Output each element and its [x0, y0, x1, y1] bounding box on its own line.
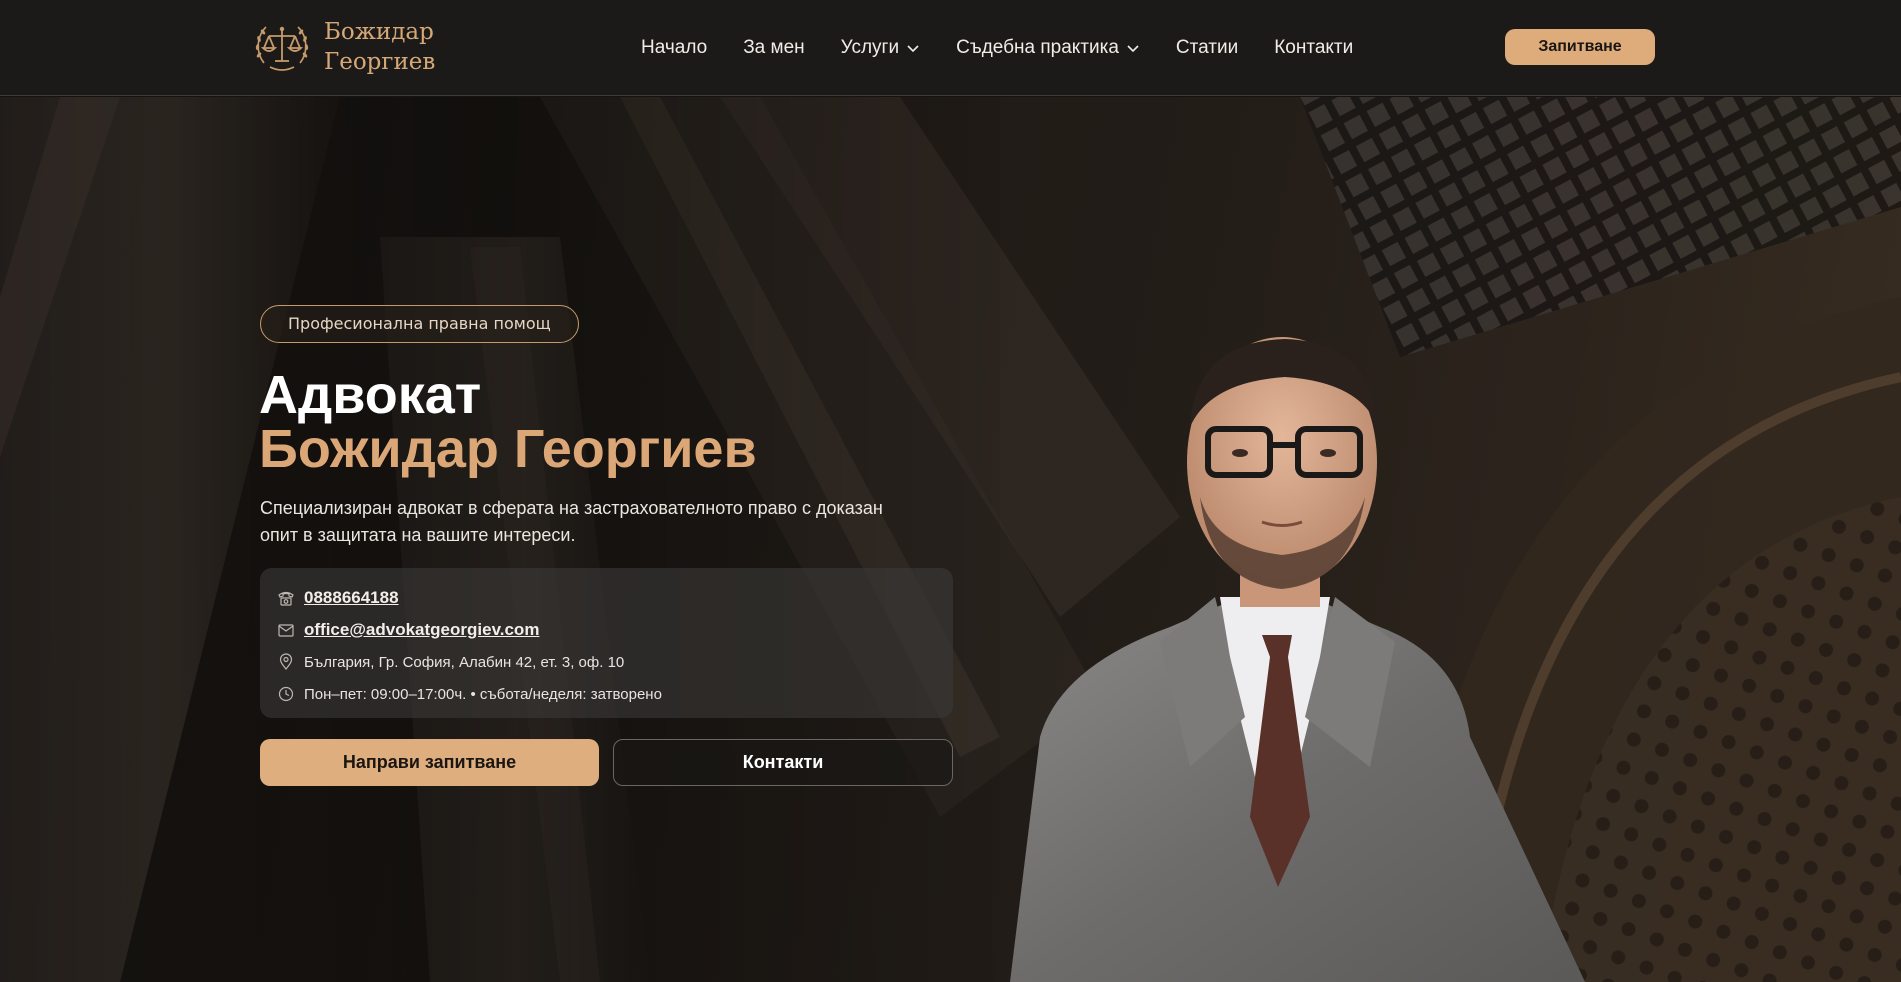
- logo-text: Божидар Георгиев: [324, 17, 435, 77]
- nav-item-label: Услуги: [840, 37, 900, 58]
- scales-of-justice-laurel-icon: [255, 26, 309, 71]
- nav-item-label: Статии: [1175, 37, 1239, 58]
- hero-title-name: Божидар Георгиев: [259, 419, 757, 479]
- hours-text: Пон–пет: 09:00–17:00ч. • събота/неделя: …: [304, 685, 662, 703]
- logo-name-first: Божидар: [324, 19, 434, 45]
- lawyer-portrait-image: [1010, 337, 1585, 982]
- contact-hours-row: Пон–пет: 09:00–17:00ч. • събота/неделя: …: [277, 678, 953, 710]
- phone-icon: [278, 591, 294, 606]
- nav-item-court-practice[interactable]: Съдебна практика: [956, 37, 1140, 59]
- contact-phone-row: 0888664188: [277, 582, 953, 614]
- nav-item-label: За мен: [743, 37, 805, 58]
- nav-item-label: Съдебна практика: [956, 37, 1119, 58]
- nav-item-label: Начало: [641, 37, 708, 58]
- email-link[interactable]: office@advokatgeorgiev.com: [304, 620, 539, 640]
- nav-item-about[interactable]: За мен: [743, 37, 804, 59]
- make-inquiry-button[interactable]: Направи запитване: [260, 739, 599, 786]
- main-nav: Начало За мен Услуги Съдебна практика Ст…: [641, 0, 1353, 96]
- address-text: България, Гр. София, Алабин 42, ет. 3, о…: [304, 653, 625, 671]
- chevron-down-icon: [1127, 45, 1139, 53]
- phone-link[interactable]: 0888664188: [304, 588, 399, 608]
- contacts-button[interactable]: Контакти: [613, 739, 953, 786]
- site-header: Божидар Георгиев Начало За мен Услуги Съ…: [0, 0, 1901, 96]
- inquiry-button[interactable]: Запитване: [1505, 29, 1655, 65]
- nav-item-home[interactable]: Начало: [641, 37, 707, 59]
- contact-email-row: office@advokatgeorgiev.com: [277, 614, 953, 646]
- hero-badge: Професионална правна помощ: [260, 305, 579, 343]
- nav-item-label: Контакти: [1274, 37, 1354, 58]
- hero-description: Специализиран адвокат в сферата на застр…: [260, 498, 883, 545]
- nav-item-contacts[interactable]: Контакти: [1274, 37, 1353, 59]
- contact-address-row: България, Гр. София, Алабин 42, ет. 3, о…: [277, 646, 953, 678]
- contact-info-card: 0888664188 office@advokatgeorgiev.com Бъ…: [260, 568, 953, 718]
- clock-icon: [278, 686, 294, 702]
- nav-item-services[interactable]: Услуги: [841, 37, 920, 59]
- chevron-down-icon: [907, 45, 919, 53]
- email-icon: [278, 624, 294, 637]
- location-pin-icon: [279, 653, 293, 670]
- nav-item-articles[interactable]: Статии: [1176, 37, 1238, 59]
- logo[interactable]: Божидар Георгиев: [250, 15, 435, 79]
- logo-name-last: Георгиев: [324, 49, 436, 75]
- hero-section: Професионална правна помощ Адвокат Божид…: [0, 97, 1901, 982]
- hero-title: Адвокат: [259, 365, 482, 425]
